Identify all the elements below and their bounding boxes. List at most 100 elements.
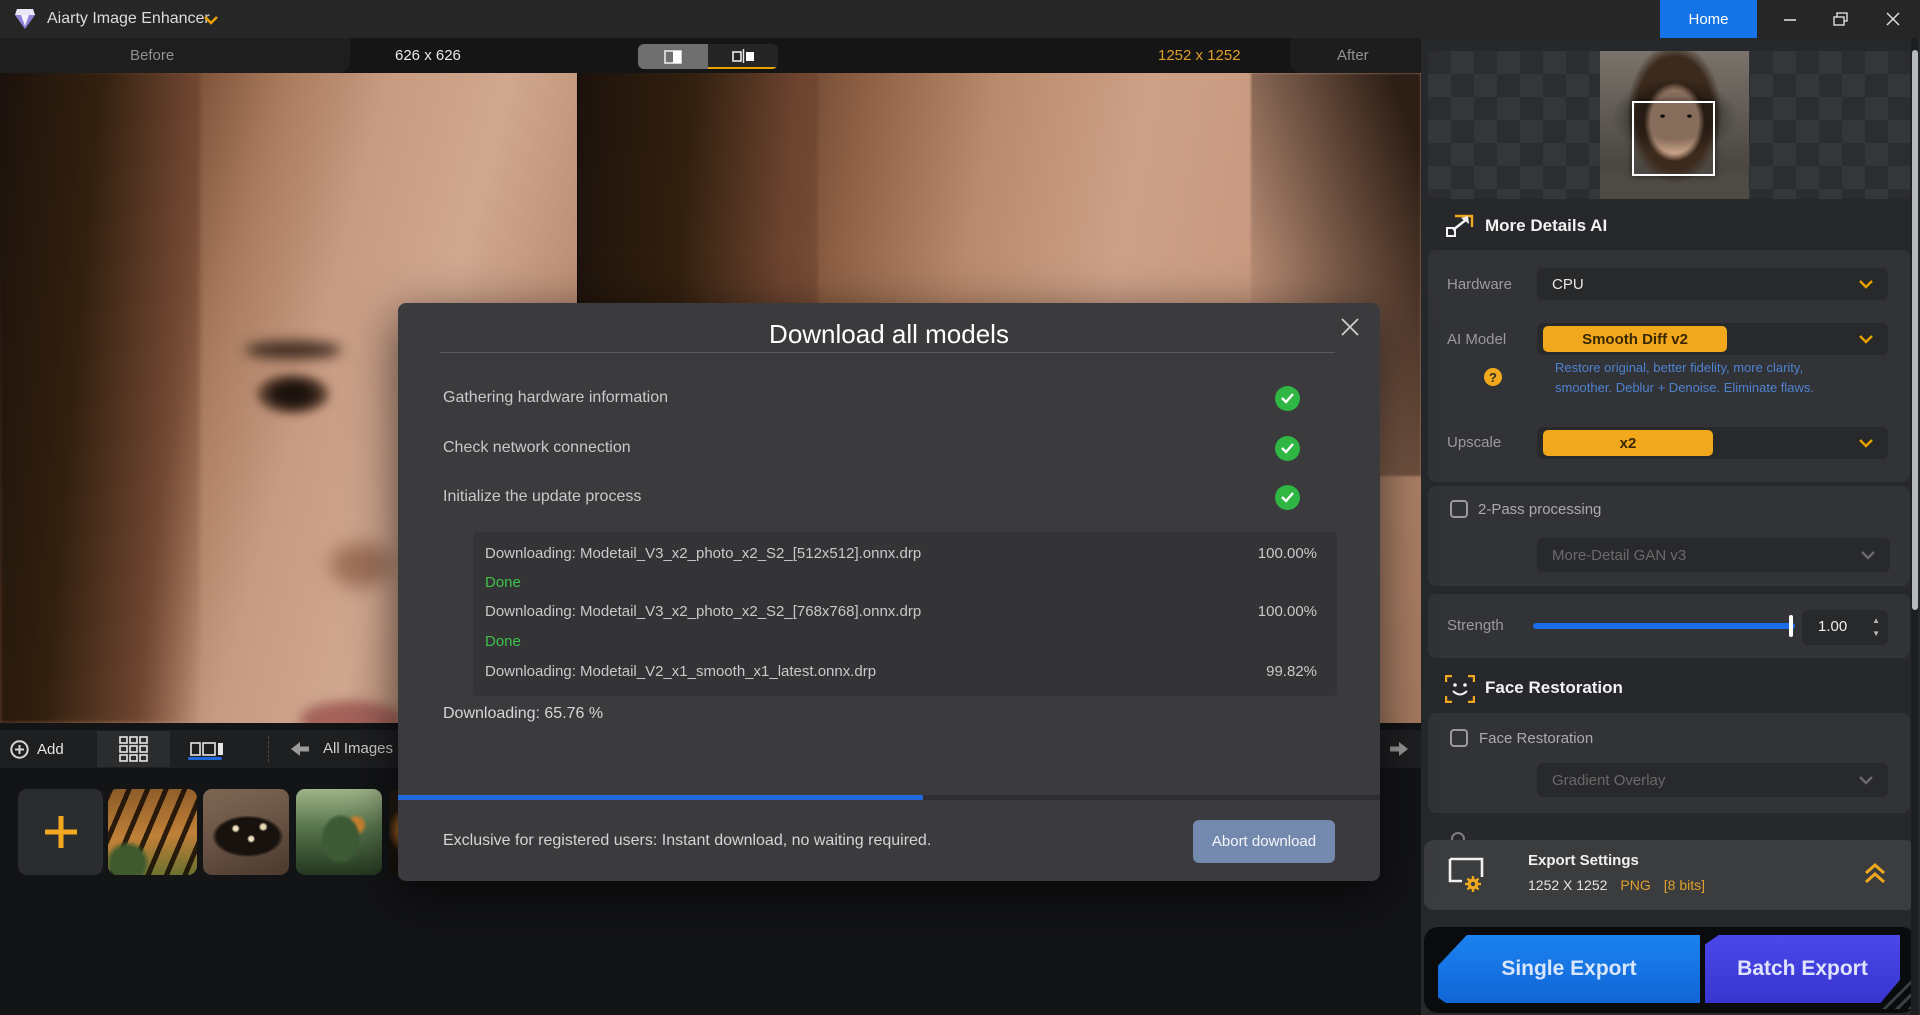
side-by-side-view-icon [732,49,754,63]
export-settings-panel[interactable]: Export Settings 1252 X 1252PNG[8 bits] [1424,840,1916,910]
two-pass-model-dropdown: More-Detail GAN v3 [1537,538,1890,572]
side-by-side-view-toggle[interactable] [708,44,778,69]
download-file-row: Downloading: Modetail_V3_x2_photo_x2_S2_… [485,545,921,562]
hardware-dropdown[interactable]: CPU [1537,268,1888,300]
dialog-close-button[interactable] [1334,311,1366,343]
add-icon [10,740,29,759]
face-restoration-title: Face Restoration [1485,678,1623,698]
close-icon [1340,317,1360,337]
abort-download-button[interactable]: Abort download [1193,820,1335,863]
two-pass-panel: 2-Pass processing More-Detail GAN v3 [1428,486,1910,586]
download-file-row: Downloading: Modetail_V2_x1_smooth_x1_la… [485,663,876,680]
face-restoration-icon [1445,675,1475,703]
hardware-value: CPU [1552,268,1584,300]
chevron-down-icon [1858,439,1874,448]
after-label: After [1337,38,1369,73]
download-progress-bar [398,795,1380,800]
help-icon[interactable]: ? [1484,368,1502,386]
app-title[interactable]: Aiarty Image Enhancer [47,0,210,38]
strength-value: 1.00 [1818,618,1847,635]
download-progress-fill [398,795,923,800]
minimize-button[interactable] [1767,0,1813,38]
upscale-dropdown[interactable]: x2 [1537,427,1888,459]
more-details-panel: Hardware CPU AI Model Smooth Diff v2 ? R… [1428,250,1910,482]
step-hardware: Gathering hardware information [443,389,668,407]
step-initialize: Initialize the update process [443,488,641,506]
add-label: Add [37,741,64,758]
dialog-title: Download all models [398,319,1380,350]
grid-view-tab[interactable] [97,731,170,767]
step-network: Check network connection [443,439,631,457]
thumbnail-terrarium-jar[interactable] [296,789,382,875]
export-buttons-bar: Single Export Batch Export [1424,927,1916,1013]
view-mode-toggles [638,44,778,69]
restore-icon [1833,12,1848,27]
close-icon [1886,12,1900,26]
export-settings-title: Export Settings [1528,852,1639,869]
batch-export-button[interactable]: Batch Export [1705,935,1900,1003]
split-view-toggle[interactable] [638,44,708,69]
list-view-icon [190,742,224,756]
chevron-down-icon [1858,335,1874,344]
face-restoration-checkbox[interactable] [1450,729,1468,747]
more-details-ai-title: More Details AI [1485,216,1607,236]
strength-slider-thumb[interactable] [1789,615,1793,637]
export-bits: [8 bits] [1664,877,1705,893]
step-check-icon [1275,436,1300,461]
download-percent: 100.00% [1258,603,1317,620]
sidebar-scrollbar-thumb[interactable] [1912,50,1918,610]
list-view-active-underline [188,757,222,760]
step-check-icon [1275,386,1300,411]
toolbar-divider [268,736,269,762]
before-tab [0,38,350,73]
thumbnail-tiger[interactable] [108,789,197,875]
add-button[interactable]: Add [0,730,97,768]
export-settings-icon [1446,855,1494,895]
ai-model-tag: Smooth Diff v2 [1543,326,1727,352]
model-description-line2: smoother. Deblur + Denoise. Eliminate fl… [1555,380,1814,395]
minimize-icon [1783,12,1797,26]
navigator-preview[interactable] [1428,51,1910,199]
download-models-dialog: Download all models Gathering hardware i… [398,303,1380,881]
plus-icon [42,813,80,851]
dialog-divider [440,352,1335,353]
strength-spinner[interactable]: ▲▼ [1872,614,1880,640]
maximize-button[interactable] [1817,0,1863,38]
download-percent: 99.82% [1266,663,1317,680]
strength-label: Strength [1447,617,1504,634]
strength-panel: Strength 1.00 ▲▼ [1428,594,1910,658]
app-menu-chevron-icon[interactable] [203,15,219,25]
thumbnail-butterfly[interactable] [203,789,289,875]
face-restoration-checkbox-label: Face Restoration [1479,730,1593,747]
list-view-tab[interactable] [170,731,243,767]
export-format: PNG [1620,877,1650,893]
model-description-line1: Restore original, better fidelity, more … [1555,360,1803,375]
chevron-down-icon [1858,776,1874,785]
download-percent: 100.00% [1258,545,1317,562]
before-label: Before [130,38,174,73]
back-arrow-icon[interactable] [291,742,309,756]
strength-slider[interactable] [1533,623,1795,629]
single-export-button[interactable]: Single Export [1438,935,1700,1003]
add-image-tile[interactable] [18,789,103,875]
face-restoration-panel: Face Restoration Gradient Overlay [1428,713,1910,813]
download-status: Done [485,633,521,650]
ai-model-dropdown[interactable]: Smooth Diff v2 [1537,323,1888,355]
home-button[interactable]: Home [1660,0,1757,38]
export-settings-meta: 1252 X 1252PNG[8 bits] [1528,877,1705,893]
grid-view-icon [119,736,149,762]
settings-sidebar: More Details AI Hardware CPU AI Model Sm… [1421,38,1920,1015]
all-images-label[interactable]: All Images [323,730,393,768]
two-pass-checkbox[interactable] [1450,500,1468,518]
collapse-chevron-icon[interactable] [1861,860,1889,888]
strength-value-box[interactable]: 1.00 ▲▼ [1802,610,1888,645]
navigator-viewport-frame[interactable] [1632,101,1715,176]
close-button[interactable] [1870,0,1916,38]
face-model-dropdown: Gradient Overlay [1537,763,1888,797]
more-details-ai-icon [1445,214,1475,238]
forward-arrow-icon[interactable] [1390,742,1408,756]
two-pass-label: 2-Pass processing [1478,501,1601,518]
chevron-down-icon [1858,280,1874,289]
chevron-down-icon [1860,551,1876,560]
upscale-tag: x2 [1543,430,1713,456]
